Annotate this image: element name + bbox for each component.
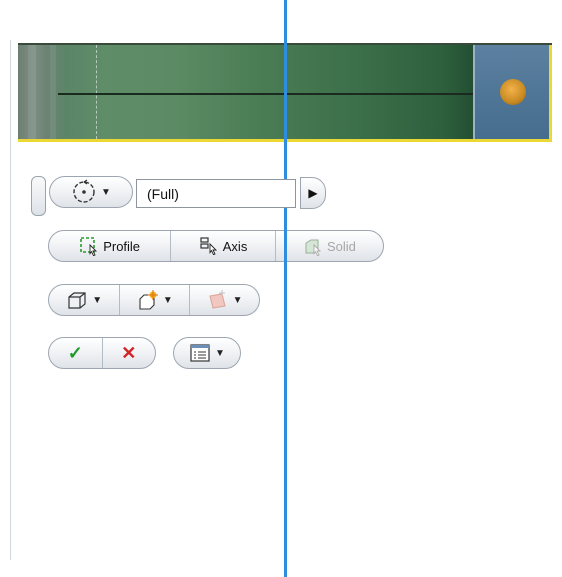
chevron-down-icon: ▼ [92, 294, 103, 306]
extent-value-text: (Full) [147, 185, 179, 202]
shading-stripe [28, 45, 36, 139]
axis-label: Axis [222, 238, 248, 254]
extent-value-field[interactable]: (Full) [136, 179, 296, 208]
list-options-icon [190, 344, 210, 362]
solid-output-icon [68, 292, 86, 309]
chevron-down-icon: ▼ [215, 347, 225, 359]
chevron-down-icon: ▼ [232, 294, 243, 306]
surface-output-dropdown[interactable]: ▼ [190, 285, 259, 315]
revolve-extent-icon [73, 179, 95, 203]
profile-label: Profile [103, 238, 141, 254]
new-solid-dropdown[interactable]: ▼ [120, 285, 191, 315]
end-face-highlight[interactable] [473, 45, 552, 139]
profile-select-icon [80, 237, 98, 256]
axis-select-icon [200, 237, 217, 256]
shading-stripe [50, 45, 56, 139]
options-dropdown[interactable]: ▼ [173, 337, 241, 369]
extent-type-button[interactable]: ▼ [50, 177, 132, 207]
panel-left-border [10, 40, 11, 560]
profile-select-button[interactable]: Profile [49, 231, 172, 261]
new-solid-icon [139, 290, 158, 310]
axis-select-button[interactable]: Axis [171, 231, 276, 261]
ok-button[interactable]: ✓ [49, 338, 103, 368]
close-icon: ✕ [121, 342, 137, 363]
solid-select-icon [305, 239, 322, 256]
revolve-axis-line[interactable] [284, 0, 287, 577]
chevron-down-icon: ▼ [101, 186, 111, 198]
sketch-point-icon[interactable] [500, 79, 526, 105]
solid-output-dropdown[interactable]: ▼ [49, 285, 121, 315]
chevron-down-icon: ▼ [162, 294, 173, 306]
surface-output-icon [209, 290, 226, 309]
extent-next-button[interactable]: ▶ [300, 177, 326, 209]
solid-select-button[interactable]: Solid [276, 231, 383, 261]
play-right-icon: ▶ [308, 186, 318, 200]
sketch-dashed-line [96, 45, 97, 139]
options-button[interactable]: ▼ [174, 338, 240, 368]
extent-type-dropdown[interactable]: ▼ [49, 176, 133, 208]
solid-label: Solid [326, 238, 356, 254]
input-selection-group: Profile Axis Solid [48, 230, 384, 262]
minitoolbar-grip-handle[interactable] [31, 176, 46, 216]
check-icon: ✓ [67, 342, 83, 363]
cancel-button[interactable]: ✕ [103, 338, 156, 368]
profile-centerline [58, 93, 518, 95]
output-type-group: ▼ ▼ ▼ [48, 284, 260, 316]
commit-group: ✓ ✕ [48, 337, 156, 369]
